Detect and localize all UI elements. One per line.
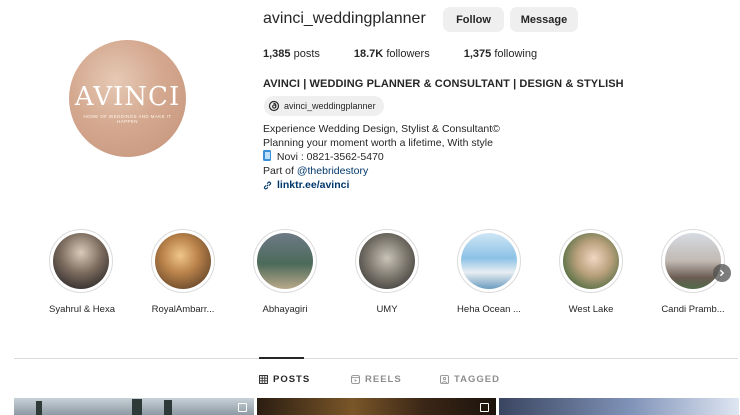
highlight-thumbnail: [155, 233, 211, 289]
highlight-heha-ocean[interactable]: [457, 229, 521, 293]
post-thumbnail[interactable]: [499, 398, 739, 415]
tab-tagged-label: TAGGED: [454, 374, 500, 385]
posts-stat-label: posts: [293, 48, 320, 60]
tree-silhouette: [132, 399, 142, 415]
followers-stat[interactable]: 18.7K followers: [354, 48, 430, 60]
followers-count: 18.7K: [353, 48, 384, 60]
highlight-candi-prambanan[interactable]: [661, 229, 725, 293]
tree-silhouette: [164, 400, 172, 415]
profile-bio: Experience Wedding Design, Stylist & Con…: [263, 122, 500, 192]
highlight-syahrul-hexa[interactable]: [49, 229, 113, 293]
post-thumbnail[interactable]: [14, 398, 254, 415]
grid-icon: [259, 375, 268, 384]
highlight-label: Syahrul & Hexa: [48, 304, 115, 315]
tagged-icon: [440, 375, 449, 384]
phone-icon: [263, 150, 271, 161]
threads-badge[interactable]: avinci_weddingplanner: [264, 96, 384, 116]
highlight-label: UMY: [376, 304, 398, 315]
threads-handle: avinci_weddingplanner: [284, 101, 376, 111]
chevron-right-icon: [719, 269, 725, 277]
avatar-logo: AVINCI: [74, 82, 181, 112]
profile-stats: 1,385 posts 18.7K followers 1,375 follow…: [263, 48, 571, 60]
highlight-west-lake[interactable]: [559, 229, 623, 293]
tree-silhouette: [36, 401, 42, 415]
tab-tagged[interactable]: TAGGED: [440, 374, 500, 385]
message-button[interactable]: Message: [510, 7, 578, 32]
link-icon: [263, 181, 272, 189]
following-stat[interactable]: 1,375 following: [464, 48, 537, 60]
highlight-label: West Lake: [568, 304, 614, 315]
follow-button[interactable]: Follow: [443, 7, 504, 32]
post-thumbnail[interactable]: [257, 398, 496, 415]
tab-reels-label: REELS: [365, 374, 402, 385]
tabs-divider: [14, 358, 738, 359]
highlight-abhayagiri[interactable]: [253, 229, 317, 293]
highlight-thumbnail: [359, 233, 415, 289]
highlight-thumbnail: [665, 233, 721, 289]
highlight-label: Heha Ocean ...: [457, 304, 521, 315]
highlight-label: RoyalAmbarr...: [151, 304, 215, 315]
profile-avatar[interactable]: AVINCI HOME OF WEDDINGS AND MAKE IT HAPP…: [69, 40, 186, 157]
threads-icon: [268, 100, 280, 112]
followers-stat-label: followers: [386, 48, 430, 60]
reels-icon: [351, 375, 360, 384]
bio-phone-line: Novi : 0821-3562-5470: [263, 150, 500, 164]
following-stat-label: following: [494, 48, 538, 60]
bride-story-mention[interactable]: @thebridestory: [297, 165, 368, 177]
active-tab-indicator: [259, 357, 304, 359]
bio-line: Planning your moment worth a lifetime, W…: [263, 137, 493, 149]
highlight-umy[interactable]: [355, 229, 419, 293]
profile-full-name: AVINCI | WEDDING PLANNER & CONSULTANT | …: [263, 78, 624, 90]
bio-phone-text: Novi : 0821-3562-5470: [274, 151, 384, 163]
posts-stat: 1,385 posts: [263, 48, 320, 60]
carousel-icon: [480, 403, 489, 412]
highlight-thumbnail: [563, 233, 619, 289]
bio-line: Experience Wedding Design, Stylist & Con…: [263, 123, 500, 135]
tab-posts-label: POSTS: [273, 374, 311, 385]
highlight-label: Candi Pramb...: [661, 304, 725, 315]
highlight-royal-ambarrukmo[interactable]: [151, 229, 215, 293]
highlight-thumbnail: [53, 233, 109, 289]
posts-count: 1,385: [263, 48, 291, 60]
avatar-logo-tagline: HOME OF WEDDINGS AND MAKE IT HAPPEN: [83, 114, 172, 124]
profile-username: avinci_weddingplanner: [263, 10, 426, 27]
tab-posts[interactable]: POSTS: [259, 374, 310, 385]
following-count: 1,375: [463, 48, 492, 60]
highlight-thumbnail: [257, 233, 313, 289]
highlight-label: Abhayagiri: [262, 304, 308, 315]
highlight-thumbnail: [461, 233, 517, 289]
highlights-next-button[interactable]: [713, 264, 731, 282]
tab-reels[interactable]: REELS: [351, 374, 402, 385]
bio-link-text: linktr.ee/avinci: [277, 179, 350, 191]
bio-part-of: Part of @thebridestory: [263, 164, 500, 178]
carousel-icon: [238, 403, 247, 412]
bio-link[interactable]: linktr.ee/avinci: [263, 178, 500, 192]
bio-part-of-prefix: Part of: [263, 165, 297, 177]
